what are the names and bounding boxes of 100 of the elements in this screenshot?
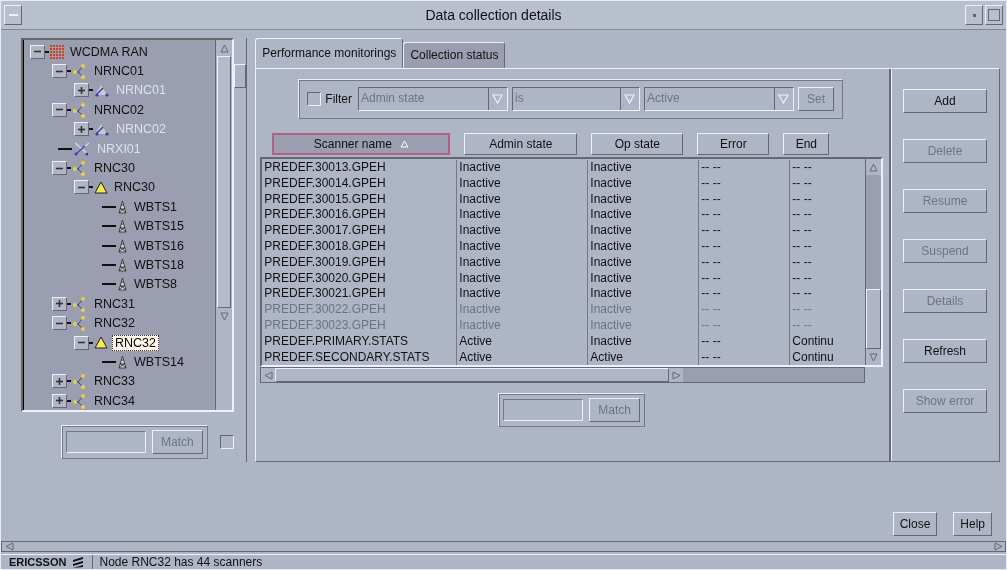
table-cell: -- -- bbox=[699, 270, 791, 287]
table-cell: Inactive bbox=[588, 270, 700, 287]
tree-item[interactable]: RNC33 bbox=[92, 374, 137, 389]
link-icon bbox=[94, 83, 110, 98]
table-cell-text: -- -- bbox=[791, 302, 813, 318]
brand-name: ERICSSON bbox=[9, 556, 67, 568]
table-cell-text: -- -- bbox=[791, 270, 813, 287]
table-cell: -- -- bbox=[699, 223, 791, 239]
table-cell: Inactive bbox=[457, 317, 589, 334]
table-cell: Inactive bbox=[457, 254, 589, 271]
table-cell: PREDEF.30022.GPEH bbox=[262, 302, 458, 318]
tree-item[interactable]: RNC32 bbox=[92, 316, 137, 331]
table-cell: -- -- bbox=[699, 191, 791, 208]
table-cell-text: -- -- bbox=[791, 317, 813, 334]
table-cell: Inactive bbox=[588, 207, 700, 224]
tree-item[interactable]: WBTS1 bbox=[132, 199, 180, 214]
tree-item[interactable]: RNC34 bbox=[92, 393, 137, 408]
tree-item[interactable]: RNC30 bbox=[112, 180, 157, 195]
collapse-button[interactable] bbox=[74, 180, 89, 195]
table-cell: Inactive bbox=[457, 191, 589, 208]
tree-item[interactable]: WBTS14 bbox=[132, 354, 186, 369]
tab[interactable]: Collection status bbox=[403, 42, 506, 68]
minimize-button[interactable] bbox=[965, 5, 983, 25]
tree-item[interactable]: RNC32 bbox=[112, 334, 159, 351]
grid-icon bbox=[50, 44, 64, 59]
expand-button[interactable] bbox=[52, 393, 67, 408]
collapse-button[interactable] bbox=[52, 316, 67, 331]
table-cell-text: -- -- bbox=[791, 207, 813, 224]
table-cell-text: -- -- bbox=[791, 175, 813, 192]
table-cell: -- -- bbox=[699, 239, 791, 255]
tree-item[interactable]: RNC31 bbox=[92, 296, 137, 311]
table-cell: Inactive bbox=[457, 160, 589, 176]
collapse-button[interactable] bbox=[52, 64, 67, 79]
table-cell: PREDEF.30017.GPEH bbox=[262, 223, 458, 239]
network-icon bbox=[72, 315, 88, 332]
table-cell-text: -- -- bbox=[791, 239, 813, 255]
collapse-button[interactable] bbox=[52, 161, 67, 176]
collapse-button[interactable] bbox=[74, 335, 89, 350]
dropdown-arrow-icon bbox=[492, 94, 504, 104]
tower-icon bbox=[117, 277, 128, 292]
table-cell-text: Continu bbox=[791, 333, 835, 350]
match-input-field[interactable] bbox=[503, 399, 584, 421]
tree-item[interactable]: WCDMA RAN bbox=[68, 44, 150, 59]
action-button[interactable]: Refresh bbox=[903, 339, 987, 363]
table-cell: -- -- bbox=[699, 160, 791, 176]
dialog-button[interactable]: Close bbox=[892, 512, 938, 536]
plus-icon bbox=[54, 395, 65, 407]
table-cell: Inactive bbox=[588, 223, 700, 239]
table-cell: Inactive bbox=[457, 270, 589, 287]
column-header[interactable]: Error bbox=[697, 133, 770, 155]
collapse-button[interactable] bbox=[30, 44, 45, 59]
table-cell: -- -- bbox=[699, 333, 791, 350]
table-cell: PREDEF.30023.GPEH bbox=[262, 317, 458, 334]
column-header[interactable]: Op state bbox=[591, 133, 684, 155]
tree-item[interactable]: WBTS16 bbox=[132, 238, 186, 253]
table-cell: Inactive bbox=[588, 333, 700, 350]
tree-item[interactable]: NRNC01 bbox=[92, 64, 146, 79]
crossed-link-icon bbox=[73, 141, 91, 156]
collapse-button[interactable] bbox=[52, 102, 67, 117]
table-cell: Active bbox=[588, 349, 700, 366]
column-header[interactable]: End bbox=[783, 133, 830, 155]
table-cell: -- -- bbox=[699, 175, 791, 192]
table-cell: Inactive bbox=[457, 207, 589, 224]
table-cell-text: Continu bbox=[791, 349, 835, 366]
table-cell: Inactive bbox=[457, 223, 589, 239]
tree-item[interactable]: WBTS18 bbox=[132, 258, 186, 272]
column-header[interactable]: Scanner name bbox=[272, 133, 451, 155]
match-input-field[interactable] bbox=[66, 431, 146, 454]
table-cell: PREDEF.30014.GPEH bbox=[262, 175, 458, 192]
table-cell: Active bbox=[457, 349, 589, 366]
table-cell: Inactive bbox=[457, 302, 589, 318]
link-icon bbox=[94, 122, 110, 137]
expand-button[interactable] bbox=[52, 374, 67, 389]
table-cell: -- -- bbox=[699, 286, 791, 303]
table-cell: -- -- bbox=[699, 302, 791, 318]
window-menu-button[interactable] bbox=[4, 5, 22, 25]
tower-icon bbox=[117, 238, 128, 253]
table-cell: Inactive bbox=[588, 254, 700, 271]
table-cell-text: -- -- bbox=[791, 191, 813, 208]
table-cell: PREDEF.SECONDARY.STATS bbox=[262, 349, 458, 366]
tower-icon bbox=[117, 258, 128, 272]
filter-checkbox[interactable] bbox=[307, 92, 322, 106]
table-cell: -- -- bbox=[699, 207, 791, 224]
tree-item[interactable]: WBTS8 bbox=[132, 277, 180, 292]
tab[interactable]: Performance monitorings bbox=[255, 38, 404, 68]
network-icon bbox=[72, 373, 88, 390]
logo-icon bbox=[72, 556, 85, 568]
tree-item[interactable]: WBTS15 bbox=[132, 219, 186, 234]
expand-button[interactable] bbox=[52, 296, 67, 311]
network-icon bbox=[72, 160, 88, 177]
splitter-handle[interactable] bbox=[234, 38, 248, 462]
dialog-button[interactable]: Help bbox=[953, 512, 992, 536]
plus-icon bbox=[54, 375, 65, 387]
column-header[interactable]: Admin state bbox=[464, 133, 578, 155]
table-cell: PREDEF.30020.GPEH bbox=[262, 270, 458, 287]
maximize-button[interactable] bbox=[985, 5, 1003, 25]
tree-item[interactable]: NRNC02 bbox=[92, 102, 146, 117]
warning-icon bbox=[94, 180, 108, 194]
tree-item[interactable]: RNC30 bbox=[92, 161, 137, 176]
action-button[interactable]: Add bbox=[903, 89, 987, 113]
